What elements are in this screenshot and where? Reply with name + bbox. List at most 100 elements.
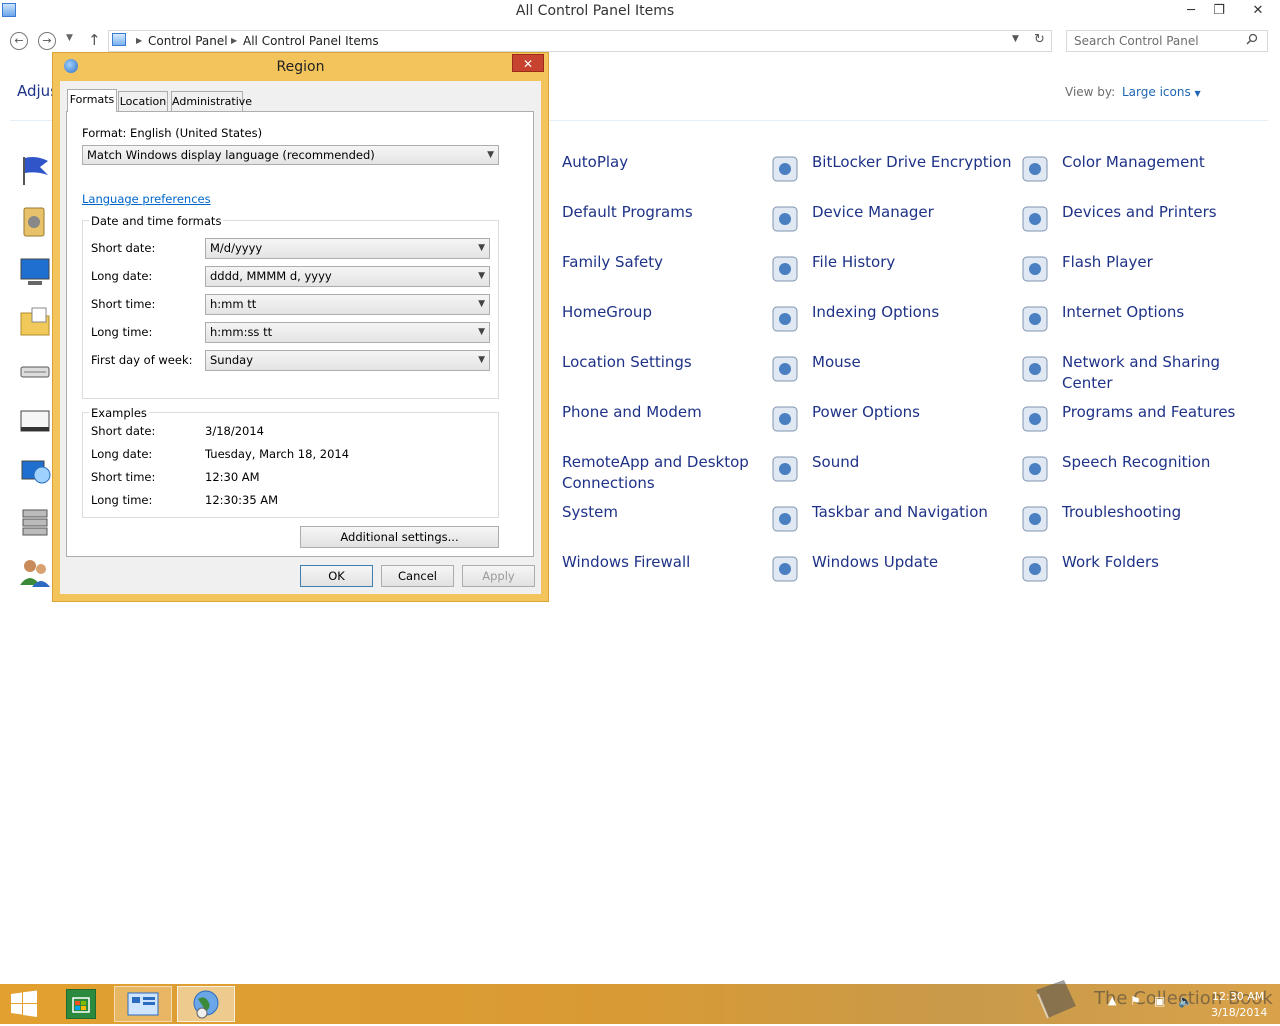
examples-title: Examples xyxy=(89,406,149,420)
cp-item-network-and-sharing-center[interactable]: Network and Sharing Center xyxy=(1018,352,1258,392)
breadcrumb-all-items[interactable]: All Control Panel Items xyxy=(243,34,379,48)
tab-formats[interactable]: Formats xyxy=(67,89,117,112)
cp-item-phone-and-modem[interactable]: Phone and Modem xyxy=(518,402,758,442)
cp-item-windows-firewall[interactable]: Windows Firewall xyxy=(518,552,758,592)
cp-item-default-programs[interactable]: Default Programs xyxy=(518,202,758,242)
cp-item-label: Flash Player xyxy=(1062,253,1153,271)
field-value: h:mm:ss tt xyxy=(210,325,273,339)
cp-item-label: Internet Options xyxy=(1062,303,1185,321)
cp-item-indexing-options[interactable]: Indexing Options xyxy=(768,302,1008,342)
device-manager-icon xyxy=(768,202,802,236)
cp-item-homegroup[interactable]: HomeGroup xyxy=(518,302,758,342)
cp-item-family-safety[interactable]: Family Safety xyxy=(518,252,758,292)
example-label: Long date: xyxy=(91,447,153,461)
clock-date[interactable]: 3/18/2014 xyxy=(1211,1006,1267,1019)
date-time-formats-title: Date and time formats xyxy=(89,214,224,228)
field-label: Short time: xyxy=(91,297,156,311)
breadcrumb-separator-icon[interactable]: ▶ xyxy=(136,36,142,45)
field-value: h:mm tt xyxy=(210,297,257,311)
display-icon[interactable] xyxy=(18,255,52,289)
up-arrow-icon[interactable]: ↑ xyxy=(88,31,101,49)
field-select[interactable]: M/d/yyyy ▼ xyxy=(205,238,490,259)
taskbar-control-panel-icon[interactable] xyxy=(114,986,172,1022)
format-select[interactable]: Match Windows display language (recommen… xyxy=(82,145,499,165)
address-dropdown-icon[interactable]: ▼ xyxy=(1012,34,1019,44)
close-window-button[interactable]: ✕ xyxy=(1236,0,1280,22)
cp-item-programs-and-features[interactable]: Programs and Features xyxy=(1018,402,1258,442)
cp-item-work-folders[interactable]: Work Folders xyxy=(1018,552,1258,592)
taskbar-region-icon[interactable] xyxy=(177,986,235,1022)
cp-item-mouse[interactable]: Mouse xyxy=(768,352,1008,392)
cp-item-label: Mouse xyxy=(812,353,861,371)
cp-item-power-options[interactable]: Power Options xyxy=(768,402,1008,442)
cp-item-troubleshooting[interactable]: Troubleshooting xyxy=(1018,502,1258,542)
cp-item-taskbar-and-navigation[interactable]: Taskbar and Navigation xyxy=(768,502,1008,542)
cp-item-color-management[interactable]: Color Management xyxy=(1018,152,1258,192)
field-select[interactable]: h:mm tt ▼ xyxy=(205,294,490,315)
cp-item-label: Family Safety xyxy=(562,253,664,271)
dialog-close-button[interactable]: ✕ xyxy=(512,54,544,72)
windows-logo-icon[interactable] xyxy=(10,990,38,1018)
storage-spaces-icon[interactable] xyxy=(18,505,52,539)
view-by-label: View by: xyxy=(1065,85,1116,99)
example-label: Short time: xyxy=(91,470,156,484)
language-preferences-link[interactable]: Language preferences xyxy=(82,192,211,206)
back-arrow-icon[interactable]: ← xyxy=(10,32,28,50)
cp-item-windows-update[interactable]: Windows Update xyxy=(768,552,1008,592)
network-icon[interactable]: ▣ xyxy=(1154,994,1165,1008)
chevron-down-icon: ▼ xyxy=(1194,89,1201,98)
cp-item-remoteapp-and-desktop-connections[interactable]: RemoteApp and Desktop Connections xyxy=(518,452,758,492)
ok-button[interactable]: OK xyxy=(300,565,373,587)
clock-time[interactable]: 12:30 AM xyxy=(1212,990,1264,1003)
chevron-down-icon: ▼ xyxy=(478,355,485,365)
cp-item-speech-recognition[interactable]: Speech Recognition xyxy=(1018,452,1258,492)
restore-button[interactable]: ❐ xyxy=(1204,0,1234,22)
field-select[interactable]: Sunday ▼ xyxy=(205,350,490,371)
action-center-flag-icon[interactable]: ⚑ xyxy=(1130,994,1141,1008)
cp-item-bitlocker-drive-encryption[interactable]: BitLocker Drive Encryption xyxy=(768,152,1011,192)
region-icon[interactable] xyxy=(18,455,52,489)
printer-icon xyxy=(1018,202,1052,236)
format-label: Format: English (United States) xyxy=(82,126,263,140)
keyboard-icon[interactable] xyxy=(18,355,52,389)
recent-locations-chevron-icon[interactable]: ▼ xyxy=(66,33,73,43)
cp-item-label: Troubleshooting xyxy=(1062,503,1182,521)
volume-icon[interactable]: 🔈 xyxy=(1178,994,1193,1008)
forward-arrow-icon[interactable]: → xyxy=(38,32,56,50)
additional-settings-button[interactable]: Additional settings... xyxy=(300,526,499,548)
action-center-flag-icon[interactable] xyxy=(18,153,52,187)
field-label: First day of week: xyxy=(91,353,193,367)
cp-item-internet-options[interactable]: Internet Options xyxy=(1018,302,1258,342)
cp-item-devices-and-printers[interactable]: Devices and Printers xyxy=(1018,202,1258,242)
store-icon[interactable] xyxy=(66,989,96,1019)
view-by-dropdown[interactable]: Large icons ▼ xyxy=(1122,85,1201,99)
field-select[interactable]: h:mm:ss tt ▼ xyxy=(205,322,490,343)
cp-item-label: Windows Update xyxy=(812,553,939,571)
minimize-button[interactable]: ─ xyxy=(1176,0,1206,22)
breadcrumb-control-panel[interactable]: Control Panel xyxy=(148,34,228,48)
cp-item-system[interactable]: System xyxy=(518,502,758,542)
cp-item-device-manager[interactable]: Device Manager xyxy=(768,202,1008,242)
apply-button[interactable]: Apply xyxy=(462,565,535,587)
tab-administrative[interactable]: Administrative xyxy=(171,91,252,111)
show-hidden-icons-icon[interactable]: ▲ xyxy=(1108,994,1116,1007)
cp-item-location-settings[interactable]: Location Settings xyxy=(518,352,758,392)
user-accounts-icon[interactable] xyxy=(18,555,52,589)
flash-icon xyxy=(1018,252,1052,286)
admin-tools-icon[interactable] xyxy=(18,205,52,239)
cancel-button[interactable]: Cancel xyxy=(381,565,454,587)
cp-item-label: Default Programs xyxy=(562,203,693,221)
refresh-icon[interactable]: ↻ xyxy=(1034,32,1045,47)
tab-location[interactable]: Location xyxy=(118,91,168,111)
cp-item-sound[interactable]: Sound xyxy=(768,452,1008,492)
cp-item-autoplay[interactable]: AutoPlay xyxy=(518,152,758,192)
notification-area-icon[interactable] xyxy=(18,405,52,439)
cp-item-label: Work Folders xyxy=(1062,553,1159,571)
cp-item-file-history[interactable]: File History xyxy=(768,252,1008,292)
breadcrumb-separator-icon[interactable]: ▶ xyxy=(231,36,237,45)
folder-options-icon[interactable] xyxy=(18,305,52,339)
field-select[interactable]: dddd, MMMM d, yyyy ▼ xyxy=(205,266,490,287)
search-icon[interactable] xyxy=(1246,33,1258,48)
cp-item-flash-player[interactable]: Flash Player xyxy=(1018,252,1258,292)
programs-icon xyxy=(1018,402,1052,436)
